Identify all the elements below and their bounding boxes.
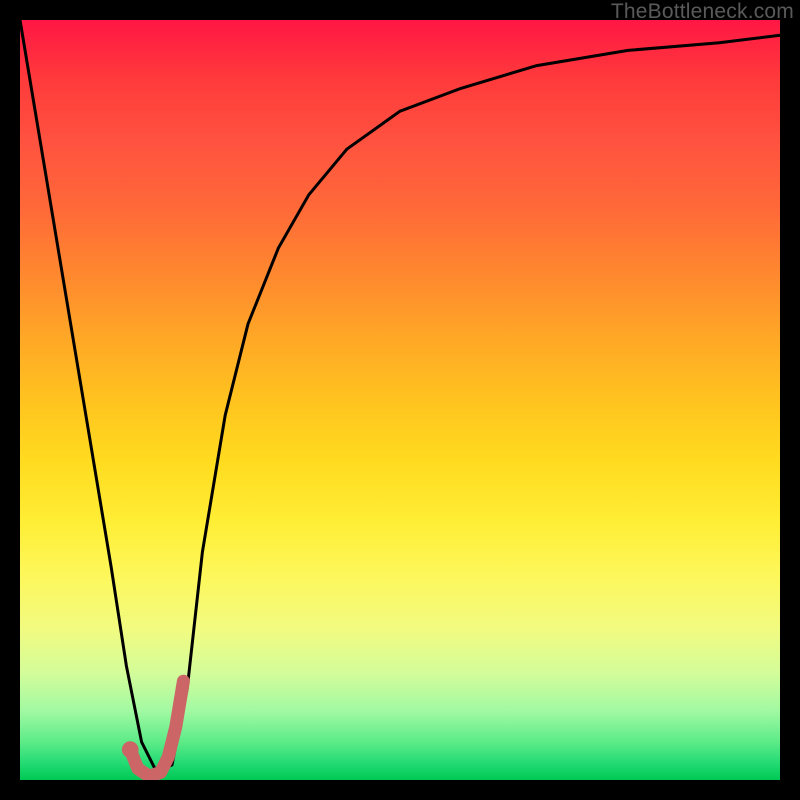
curve-layer (20, 20, 780, 780)
plot-area (20, 20, 780, 780)
chart-container: TheBottleneck.com (0, 0, 800, 800)
bottleneck-curve (20, 20, 780, 772)
min-point-marker (122, 741, 139, 758)
